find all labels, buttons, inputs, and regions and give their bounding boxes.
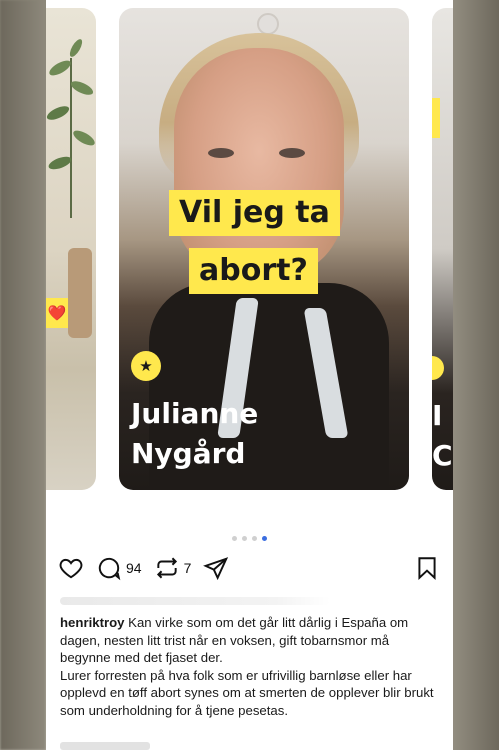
person-name: Julianne Nygård <box>131 394 258 474</box>
camera-dot <box>257 13 279 35</box>
star-badge-fragment <box>432 356 444 380</box>
face-shape <box>174 48 344 278</box>
pagination-dot-3[interactable] <box>252 536 257 541</box>
star-icon: ★ <box>131 351 161 381</box>
comment-paragraph-1: henriktroy Kan virke som om det går litt… <box>60 614 440 667</box>
eye-right <box>279 148 305 158</box>
carousel-card-previous[interactable]: ❤️ <box>46 8 96 490</box>
comment-count: 94 <box>126 560 142 576</box>
comment-username[interactable]: henriktroy <box>60 615 125 630</box>
next-comment-fragment <box>60 742 150 750</box>
bookmark-icon <box>418 557 436 580</box>
person-name-line2: Nygård <box>131 437 246 470</box>
caption-line-1: Vil jeg ta <box>169 190 340 236</box>
pagination-dot-4-active[interactable] <box>262 536 267 541</box>
next-name-line1: I <box>432 399 443 432</box>
heart-emoji-icon: ❤️ <box>46 298 68 328</box>
repost-button[interactable]: 7 <box>154 555 192 581</box>
heart-outline-icon <box>59 558 83 579</box>
carousel-card-next[interactable]: I C <box>432 8 453 490</box>
caption-fragment <box>432 98 440 138</box>
person-name-line1: Julianne <box>131 397 259 430</box>
like-button[interactable] <box>58 555 84 581</box>
pagination-dot-2[interactable] <box>242 536 247 541</box>
next-name-fragment: I C <box>432 396 453 476</box>
image-carousel[interactable]: ❤️ Vil jeg ta abort? ★ Julianne Nygård I… <box>46 8 453 490</box>
comment-bubble-icon <box>98 557 121 581</box>
repost-icon <box>156 557 177 579</box>
story-screenshot: ❤️ Vil jeg ta abort? ★ Julianne Nygård I… <box>0 0 499 750</box>
share-button[interactable] <box>203 555 229 581</box>
right-backdrop <box>453 0 499 750</box>
left-backdrop <box>0 0 46 750</box>
post-container: ❤️ Vil jeg ta abort? ★ Julianne Nygård I… <box>46 0 453 750</box>
vase-shape <box>68 248 92 338</box>
eye-left <box>208 148 234 158</box>
bookmark-button[interactable] <box>414 555 440 581</box>
repost-count: 7 <box>183 560 192 576</box>
pagination-dot-1[interactable] <box>232 536 237 541</box>
carousel-card-current[interactable]: Vil jeg ta abort? ★ Julianne Nygård <box>119 8 409 490</box>
previous-comment-fragment <box>60 597 330 605</box>
action-bar: 94 7 <box>58 554 440 582</box>
comment-body: henriktroy Kan virke som om det går litt… <box>60 614 440 720</box>
comment-button[interactable]: 94 <box>96 555 142 581</box>
caption-line-2: abort? <box>189 248 318 294</box>
pagination-dots <box>46 536 453 541</box>
send-icon <box>203 557 229 581</box>
comment-paragraph-2: Lurer forresten på hva folk som er ufriv… <box>60 667 434 718</box>
plant-illustration <box>46 39 95 218</box>
next-name-line2: C <box>432 439 453 472</box>
